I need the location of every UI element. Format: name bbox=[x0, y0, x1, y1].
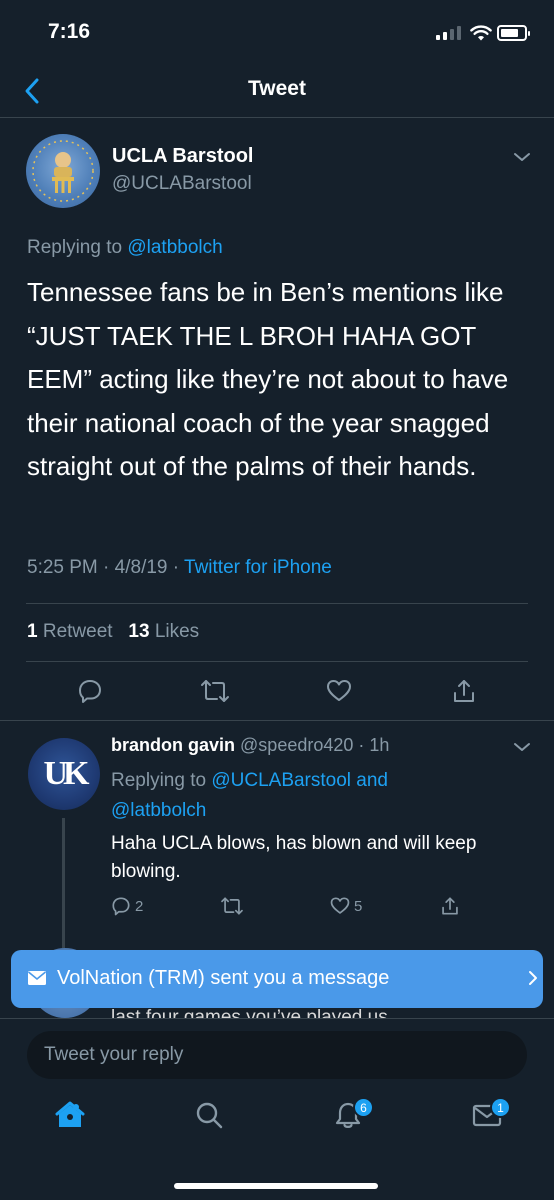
mention-link[interactable]: @latbbolch bbox=[111, 800, 206, 821]
reply-time: 1h bbox=[369, 735, 390, 755]
reply-input[interactable] bbox=[27, 1031, 527, 1079]
tweet-time: 5:25 PM bbox=[27, 557, 98, 578]
cellular-signal-icon bbox=[436, 26, 461, 40]
reply-text: Haha UCLA blows, has blown and will keep… bbox=[111, 833, 477, 882]
message-notification-toast[interactable]: VolNation (TRM) sent you a message bbox=[11, 950, 543, 1008]
status-time: 7:16 bbox=[48, 20, 91, 43]
messages-tab[interactable]: 1 bbox=[472, 1097, 511, 1135]
tweet-text: Tennessee fans be in Ben’s mentions like… bbox=[27, 277, 509, 481]
author-name[interactable]: UCLA Barstool bbox=[112, 145, 253, 168]
author-avatar[interactable] bbox=[26, 134, 100, 208]
like-icon bbox=[330, 897, 350, 914]
search-icon[interactable] bbox=[194, 1100, 224, 1130]
page-title: Tweet bbox=[248, 77, 306, 100]
replying-to: Replying to @latbbolch bbox=[27, 237, 223, 258]
reply-replying-to: Replying to @UCLABarstool and @latbbolch bbox=[111, 770, 388, 821]
thread-line bbox=[62, 818, 65, 948]
divider bbox=[26, 603, 528, 604]
share-icon[interactable] bbox=[451, 678, 477, 704]
tweet-source-link[interactable]: Twitter for iPhone bbox=[184, 557, 332, 578]
divider bbox=[26, 661, 528, 662]
caret-down-icon[interactable] bbox=[512, 740, 532, 754]
toast-text: VolNation (TRM) sent you a message bbox=[57, 967, 390, 989]
uk-logo: UK bbox=[43, 755, 90, 792]
notifications-tab[interactable]: 6 bbox=[333, 1097, 374, 1135]
reply-reply-button[interactable]: 2 bbox=[111, 896, 143, 916]
reply-share-button[interactable] bbox=[440, 896, 460, 916]
reply-icon bbox=[112, 897, 130, 916]
tweet-date: 4/8/19 bbox=[114, 557, 168, 578]
like-count[interactable]: 13 Likes bbox=[128, 621, 199, 642]
retweet-icon[interactable] bbox=[200, 678, 230, 704]
chevron-right-icon bbox=[529, 971, 537, 985]
mention-link[interactable]: @UCLABarstool bbox=[211, 770, 351, 791]
navigation-bar: Tweet bbox=[0, 64, 554, 118]
barstool-logo-icon bbox=[32, 140, 94, 202]
mail-icon bbox=[27, 971, 47, 985]
home-icon[interactable] bbox=[55, 1100, 85, 1130]
like-count: 5 bbox=[354, 897, 363, 915]
home-indicator bbox=[174, 1183, 378, 1189]
status-bar: 7:16 bbox=[0, 0, 554, 64]
wifi-icon bbox=[470, 25, 492, 41]
tweet-stats: 1 Retweet 13 Likes bbox=[27, 621, 199, 643]
reply-icon[interactable] bbox=[77, 678, 103, 704]
messages-badge: 1 bbox=[490, 1097, 511, 1118]
retweet-count[interactable]: 1 Retweet bbox=[27, 621, 113, 642]
reply-retweet-button[interactable] bbox=[220, 896, 244, 916]
battery-icon bbox=[497, 25, 530, 41]
share-icon bbox=[442, 897, 458, 915]
reply-author-avatar[interactable]: UK bbox=[28, 738, 100, 810]
notifications-badge: 6 bbox=[353, 1097, 374, 1118]
reply-like-button[interactable]: 5 bbox=[330, 896, 362, 916]
reply-count: 2 bbox=[135, 897, 144, 915]
divider bbox=[0, 720, 554, 721]
reply-author[interactable]: brandon gavin @speedro420 · 1h bbox=[111, 735, 389, 756]
like-icon[interactable] bbox=[326, 678, 352, 704]
caret-down-icon[interactable] bbox=[512, 150, 532, 164]
author-handle[interactable]: @UCLABarstool bbox=[112, 173, 252, 195]
retweet-icon bbox=[221, 897, 243, 915]
tweet-meta: 5:25 PM · 4/8/19 · Twitter for iPhone bbox=[27, 557, 332, 578]
mention-link[interactable]: @latbbolch bbox=[127, 237, 222, 258]
